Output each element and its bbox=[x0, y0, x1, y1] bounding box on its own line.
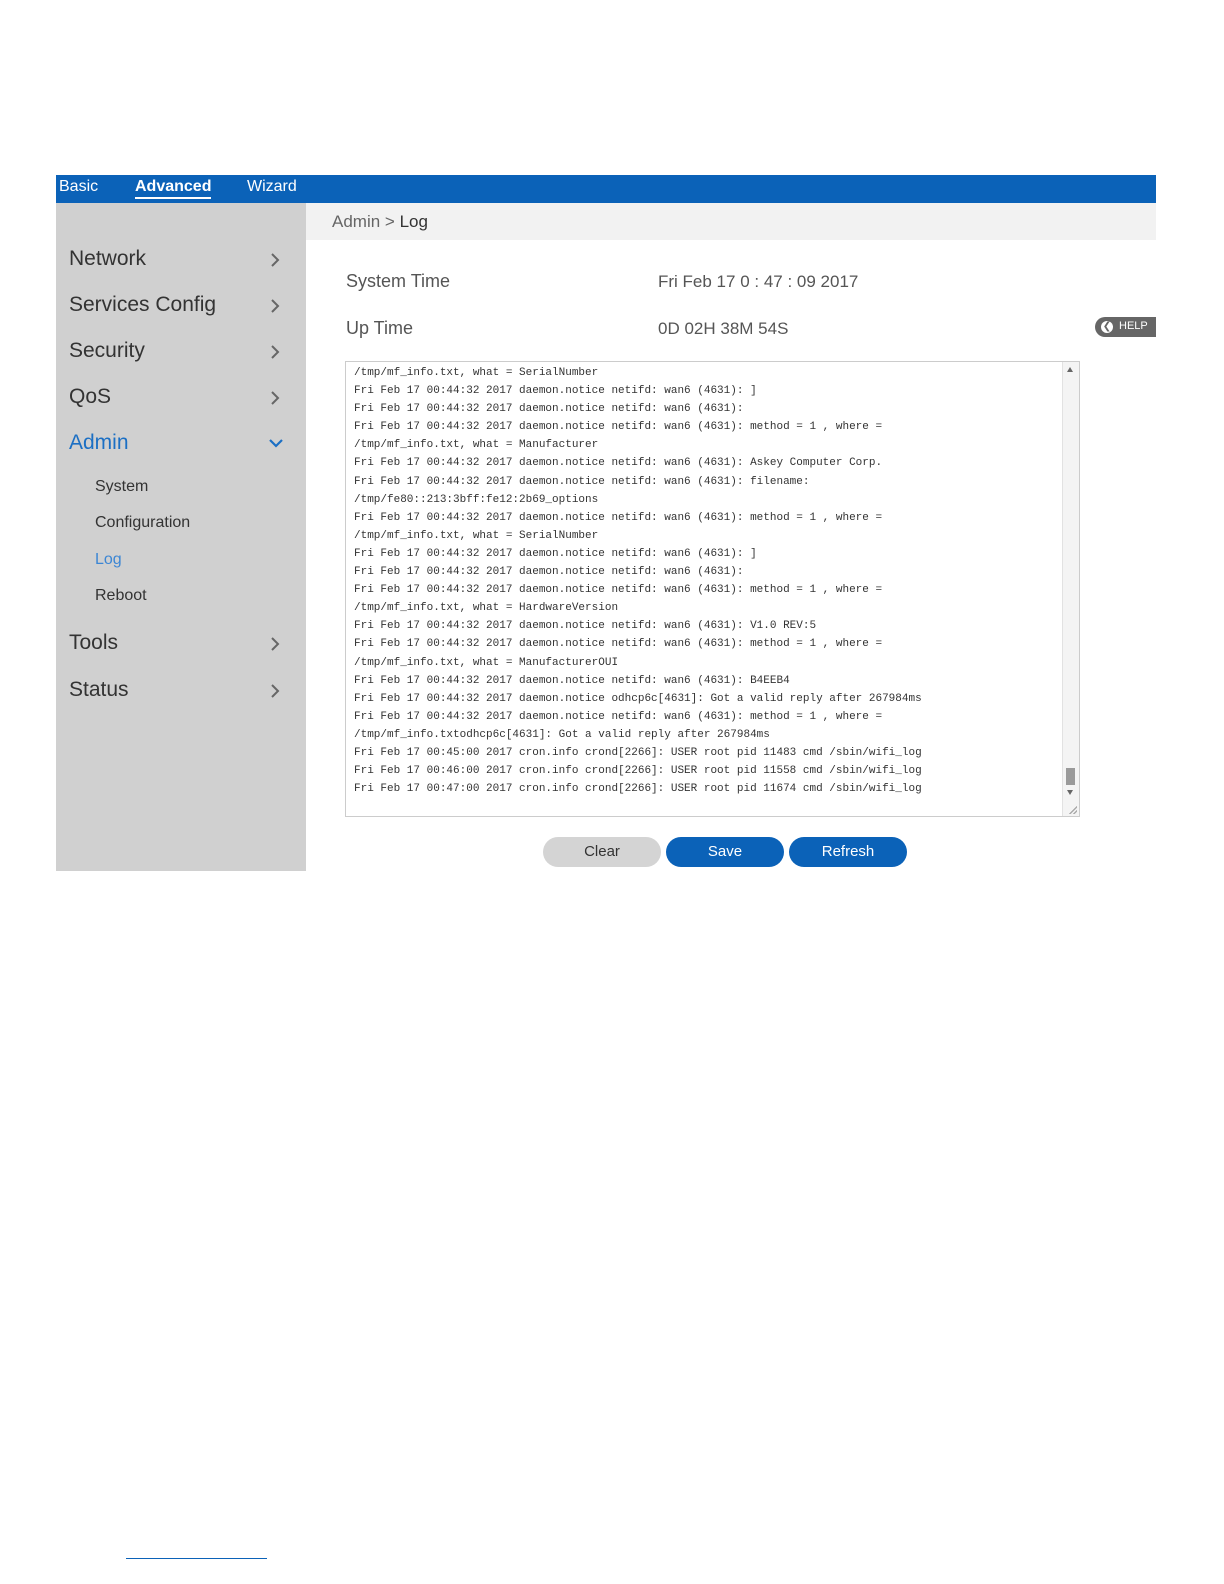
sidebar-subitem-system[interactable]: System bbox=[95, 478, 148, 496]
chevron-right-icon bbox=[269, 391, 281, 405]
scroll-thumb[interactable] bbox=[1066, 768, 1075, 785]
scroll-down-icon[interactable] bbox=[1067, 790, 1073, 795]
chevron-right-icon bbox=[269, 299, 281, 313]
sidebar-item-network[interactable]: Network bbox=[69, 247, 280, 271]
sidebar-subitem-log[interactable]: Log bbox=[95, 551, 122, 569]
sidebar-item-tools[interactable]: Tools bbox=[69, 631, 280, 655]
content-header: Admin > Log bbox=[306, 203, 1156, 240]
tab-wizard[interactable]: Wizard bbox=[247, 178, 297, 196]
footnote-divider bbox=[126, 1558, 267, 1559]
sidebar-item-label: Services Config bbox=[69, 293, 217, 316]
system-time-value: Fri Feb 17 0 : 47 : 09 2017 bbox=[658, 272, 859, 291]
chevron-right-icon bbox=[269, 637, 281, 651]
top-nav-bar: Basic Advanced Wizard bbox=[56, 175, 1156, 203]
resize-grip-icon[interactable] bbox=[1069, 806, 1077, 814]
sidebar-item-status[interactable]: Status bbox=[69, 678, 280, 702]
sidebar: Network Services Config Security QoS Adm… bbox=[56, 203, 306, 871]
help-label: HELP bbox=[1119, 320, 1148, 332]
up-time-label: Up Time bbox=[346, 318, 414, 338]
sidebar-item-label: Network bbox=[69, 247, 147, 270]
refresh-button[interactable]: Refresh bbox=[789, 837, 907, 867]
chevron-right-icon bbox=[269, 253, 281, 267]
chevron-right-icon bbox=[269, 684, 281, 698]
breadcrumb-separator: > bbox=[384, 212, 395, 231]
clear-button[interactable]: Clear bbox=[543, 837, 661, 867]
chevron-down-icon bbox=[269, 437, 283, 449]
help-button[interactable]: ❮ HELP bbox=[1095, 317, 1156, 337]
sidebar-item-security[interactable]: Security bbox=[69, 339, 280, 363]
scroll-up-icon[interactable] bbox=[1067, 367, 1073, 372]
sidebar-item-qos[interactable]: QoS bbox=[69, 385, 280, 409]
log-text: /tmp/mf_info.txt, what = SerialNumber Fr… bbox=[354, 367, 922, 796]
sidebar-item-admin[interactable]: Admin bbox=[69, 431, 283, 455]
log-scrollbar[interactable] bbox=[1062, 362, 1079, 816]
sidebar-item-label: Admin bbox=[69, 431, 129, 454]
breadcrumb-parent[interactable]: Admin bbox=[332, 212, 380, 231]
tab-basic[interactable]: Basic bbox=[59, 178, 98, 196]
sidebar-item-label: QoS bbox=[69, 385, 112, 408]
tab-advanced[interactable]: Advanced bbox=[135, 178, 212, 199]
up-time-value: 0D 02H 38M 54S bbox=[658, 319, 789, 338]
sidebar-item-label: Security bbox=[69, 339, 145, 362]
sidebar-subitem-reboot[interactable]: Reboot bbox=[95, 587, 147, 605]
sidebar-item-label: Status bbox=[69, 678, 129, 701]
sidebar-subitem-configuration[interactable]: Configuration bbox=[95, 514, 190, 532]
log-textarea[interactable]: /tmp/mf_info.txt, what = SerialNumber Fr… bbox=[345, 361, 1080, 817]
sidebar-item-services-config[interactable]: Services Config bbox=[69, 293, 280, 317]
chevron-right-icon bbox=[269, 345, 281, 359]
system-time-label: System Time bbox=[346, 271, 451, 291]
chevron-left-icon: ❮ bbox=[1101, 321, 1113, 333]
save-button[interactable]: Save bbox=[666, 837, 784, 867]
sidebar-item-label: Tools bbox=[69, 631, 119, 654]
breadcrumb-current: Log bbox=[399, 212, 428, 231]
breadcrumb: Admin > Log bbox=[332, 212, 428, 232]
